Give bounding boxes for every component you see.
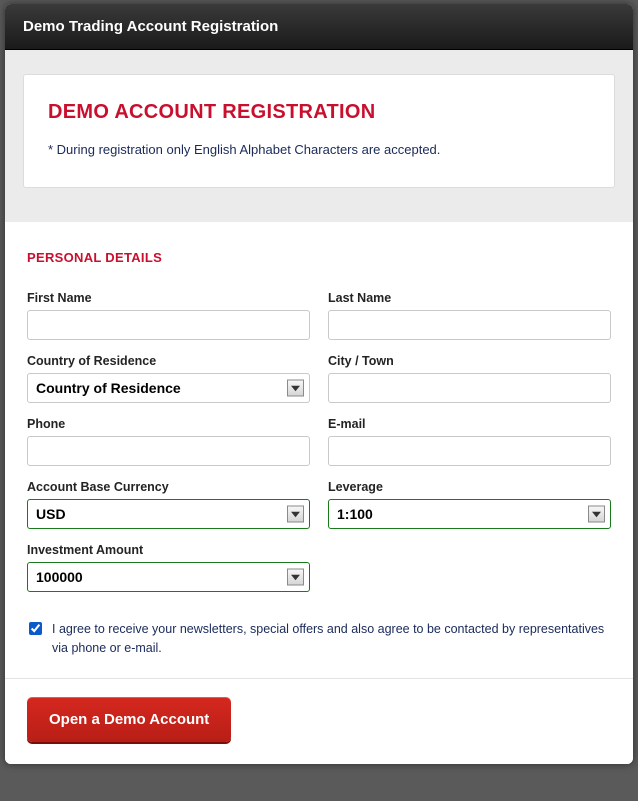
investment-select[interactable]: 100000 [27, 562, 310, 592]
currency-selected: USD [36, 506, 66, 522]
investment-selected: 100000 [36, 569, 83, 585]
consent-checkbox[interactable] [29, 621, 42, 636]
info-heading: DEMO ACCOUNT REGISTRATION [48, 101, 590, 124]
leverage-label: Leverage [328, 480, 611, 494]
last-name-input[interactable] [328, 310, 611, 340]
email-label: E-mail [328, 417, 611, 431]
field-currency: Account Base Currency USD [27, 480, 310, 529]
chevron-down-icon [287, 569, 304, 586]
open-demo-account-button[interactable]: Open a Demo Account [27, 697, 231, 742]
first-name-input[interactable] [27, 310, 310, 340]
first-name-label: First Name [27, 291, 310, 305]
section-heading: PERSONAL DETAILS [27, 250, 611, 265]
consent-text: I agree to receive your newsletters, spe… [52, 620, 609, 658]
currency-label: Account Base Currency [27, 480, 310, 494]
submit-area: Open a Demo Account [5, 678, 633, 764]
field-investment: Investment Amount 100000 [27, 543, 310, 592]
phone-input[interactable] [27, 436, 310, 466]
info-note: * During registration only English Alpha… [48, 142, 590, 157]
submit-label: Open a Demo Account [49, 711, 209, 728]
last-name-label: Last Name [328, 291, 611, 305]
field-email: E-mail [328, 417, 611, 466]
chevron-down-icon [588, 506, 605, 523]
field-first-name: First Name [27, 291, 310, 340]
field-last-name: Last Name [328, 291, 611, 340]
phone-label: Phone [27, 417, 310, 431]
registration-modal: Demo Trading Account Registration DEMO A… [5, 4, 633, 764]
modal-title: Demo Trading Account Registration [23, 18, 278, 35]
info-area: DEMO ACCOUNT REGISTRATION * During regis… [5, 50, 633, 222]
country-selected: Country of Residence [36, 380, 181, 396]
country-select[interactable]: Country of Residence [27, 373, 310, 403]
chevron-down-icon [287, 380, 304, 397]
email-input[interactable] [328, 436, 611, 466]
fields-grid: First Name Last Name Country of Residenc… [27, 291, 611, 592]
consent-row: I agree to receive your newsletters, spe… [27, 620, 611, 658]
currency-select[interactable]: USD [27, 499, 310, 529]
city-label: City / Town [328, 354, 611, 368]
country-label: Country of Residence [27, 354, 310, 368]
leverage-selected: 1:100 [337, 506, 373, 522]
investment-label: Investment Amount [27, 543, 310, 557]
form-area: PERSONAL DETAILS First Name Last Name Co… [5, 222, 633, 678]
field-leverage: Leverage 1:100 [328, 480, 611, 529]
info-box: DEMO ACCOUNT REGISTRATION * During regis… [23, 74, 615, 188]
chevron-down-icon [287, 506, 304, 523]
modal-titlebar: Demo Trading Account Registration [5, 4, 633, 50]
city-input[interactable] [328, 373, 611, 403]
leverage-select[interactable]: 1:100 [328, 499, 611, 529]
field-phone: Phone [27, 417, 310, 466]
field-city: City / Town [328, 354, 611, 403]
field-country: Country of Residence Country of Residenc… [27, 354, 310, 403]
